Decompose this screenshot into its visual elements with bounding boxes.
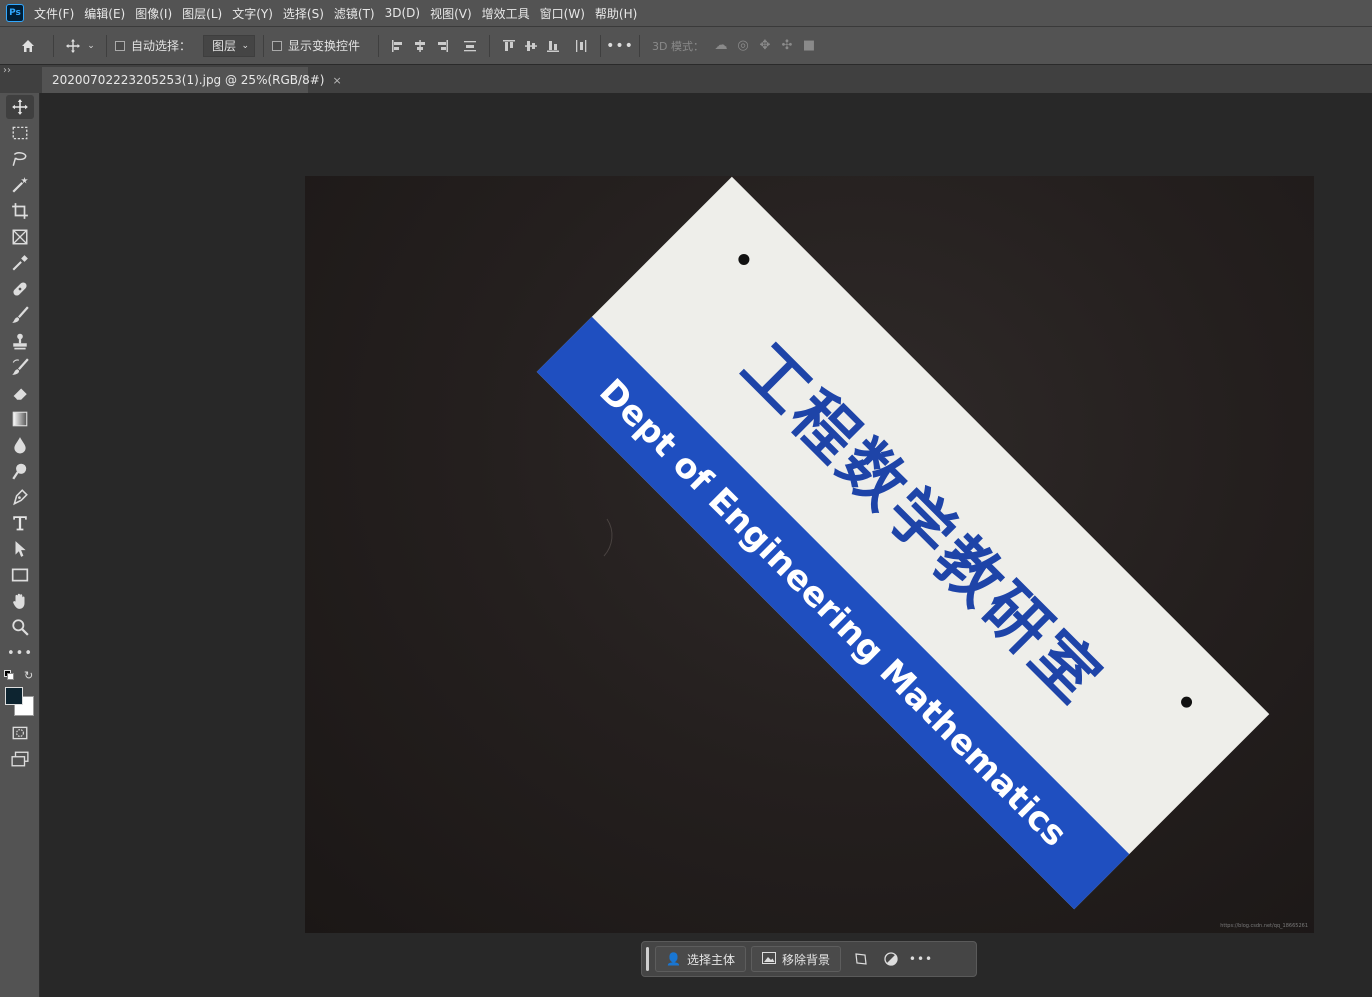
show-transform-label: 显示变换控件 — [288, 39, 361, 53]
move-tool-preset-icon[interactable] — [62, 35, 84, 57]
menu-window[interactable]: 窗口(W) — [540, 5, 585, 22]
document-image[interactable]: 工程数学教研室 Dept of Engineering Mathematics … — [305, 176, 1314, 933]
pen-tool[interactable] — [6, 485, 34, 509]
auto-select-checkbox[interactable]: 自动选择： — [115, 37, 191, 54]
more-options-icon[interactable]: ••• — [606, 35, 633, 57]
align-left-icon[interactable] — [387, 35, 409, 57]
checkbox-box[interactable] — [272, 40, 283, 51]
screen-mode-icon[interactable] — [6, 747, 34, 771]
history-brush-tool[interactable] — [6, 355, 34, 379]
edit-toolbar-icon[interactable]: ••• — [6, 641, 34, 665]
menu-file[interactable]: 文件(F) — [34, 5, 74, 22]
menu-edit[interactable]: 编辑(E) — [84, 5, 125, 22]
menu-image[interactable]: 图像(I) — [135, 5, 172, 22]
menu-layer[interactable]: 图层(L) — [182, 5, 222, 22]
brush-tool[interactable] — [6, 303, 34, 327]
align-top-icon[interactable] — [498, 35, 520, 57]
tools-panel: ••• ↻ — [0, 93, 40, 997]
align-hcenter-icon[interactable] — [409, 35, 431, 57]
home-icon[interactable] — [17, 35, 39, 57]
layer-dropdown[interactable]: 图层 ⌄ — [203, 34, 256, 57]
foreground-color-swatch[interactable] — [5, 687, 23, 705]
path-selection-tool[interactable] — [6, 537, 34, 561]
quick-mask-icon[interactable] — [6, 721, 34, 745]
layer-dropdown-value: 图层 — [212, 39, 237, 53]
close-icon[interactable]: × — [332, 74, 341, 87]
photo-content: 工程数学教研室 Dept of Engineering Mathematics — [536, 176, 1270, 910]
distribute-vertical-icon[interactable] — [459, 35, 481, 57]
dodge-tool[interactable] — [6, 459, 34, 483]
remove-background-label: 移除背景 — [781, 952, 830, 967]
menu-select[interactable]: 选择(S) — [283, 5, 324, 22]
lasso-tool[interactable] — [6, 147, 34, 171]
menu-help[interactable]: 帮助(H) — [595, 5, 637, 22]
healing-brush-tool[interactable] — [6, 277, 34, 301]
align-bottom-icon[interactable] — [542, 35, 564, 57]
3d-slide-icon[interactable]: ✣ — [776, 35, 798, 57]
canvas-area[interactable]: 工程数学教研室 Dept of Engineering Mathematics … — [41, 93, 1372, 997]
eraser-tool[interactable] — [6, 381, 34, 405]
3d-mode-label: 3D 模式： — [652, 39, 704, 53]
image-icon — [761, 951, 776, 967]
collapse-panel-icon[interactable]: ›› — [3, 65, 11, 76]
chevron-down-icon: ⌄ — [241, 40, 250, 51]
more-options-icon[interactable]: ••• — [906, 946, 936, 972]
remove-background-button[interactable]: 移除背景 — [750, 946, 841, 972]
menu-plugins[interactable]: 增效工具 — [482, 5, 530, 22]
swap-colors-icon[interactable]: ↻ — [24, 669, 33, 682]
document-tab-strip: ›› 20200702223205253(1).jpg @ 25%(RGB/8#… — [0, 65, 1372, 93]
image-watermark: https://blog.csdn.net/qq_18665261 — [1220, 923, 1308, 929]
align-right-icon[interactable] — [431, 35, 453, 57]
type-tool[interactable] — [6, 511, 34, 535]
gradient-tool[interactable] — [6, 407, 34, 431]
zoom-tool[interactable] — [6, 615, 34, 639]
3d-orbit-icon[interactable]: ☁ — [710, 35, 732, 57]
3d-roll-icon[interactable]: ◎ — [732, 35, 754, 57]
checkbox-box[interactable] — [115, 40, 125, 51]
marquee-tool[interactable] — [6, 121, 34, 145]
distribute-horizontal-icon[interactable] — [570, 35, 592, 57]
options-bar: ⌄ 自动选择： 图层 ⌄ 显示变换控件 ••• 3D 模式： ☁ ◎ ✥ ✣ ■ — [0, 26, 1372, 65]
show-transform-checkbox[interactable]: 显示变换控件 — [272, 37, 360, 54]
align-vcenter-icon[interactable] — [520, 35, 542, 57]
select-subject-button[interactable]: 👤 选择主体 — [655, 946, 746, 972]
chevron-down-icon[interactable]: ⌄ — [84, 35, 98, 57]
menu-view[interactable]: 视图(V) — [430, 5, 472, 22]
contextual-task-bar: 👤 选择主体 移除背景 ••• — [641, 941, 977, 977]
magic-wand-tool[interactable] — [6, 173, 34, 197]
person-icon: 👤 — [666, 952, 681, 966]
document-tab[interactable]: 20200702223205253(1).jpg @ 25%(RGB/8#) × — [42, 67, 342, 93]
move-tool[interactable] — [6, 95, 34, 119]
select-subject-label: 选择主体 — [686, 952, 735, 967]
3d-scale-icon[interactable]: ■ — [798, 35, 820, 57]
crop-tool[interactable] — [6, 199, 34, 223]
default-colors-icon[interactable] — [4, 670, 14, 680]
adjustment-icon[interactable] — [876, 946, 906, 972]
menu-bar: Ps 文件(F) 编辑(E) 图像(I) 图层(L) 文字(Y) 选择(S) 滤… — [0, 0, 1372, 26]
eyedropper-tool[interactable] — [6, 251, 34, 275]
transform-icon[interactable] — [846, 946, 876, 972]
frame-tool[interactable] — [6, 225, 34, 249]
hand-tool[interactable] — [6, 589, 34, 613]
3d-pan-icon[interactable]: ✥ — [754, 35, 776, 57]
stamp-tool[interactable] — [6, 329, 34, 353]
taskbar-drag-handle[interactable] — [646, 947, 649, 971]
menu-3d[interactable]: 3D(D) — [385, 6, 420, 20]
auto-select-label: 自动选择： — [131, 39, 192, 53]
photoshop-logo: Ps — [6, 4, 24, 22]
menu-filter[interactable]: 滤镜(T) — [334, 5, 375, 22]
menu-type[interactable]: 文字(Y) — [232, 5, 273, 22]
rectangle-tool[interactable] — [6, 563, 34, 587]
blur-tool[interactable] — [6, 433, 34, 457]
document-tab-title: 20200702223205253(1).jpg @ 25%(RGB/8#) — [52, 73, 325, 87]
